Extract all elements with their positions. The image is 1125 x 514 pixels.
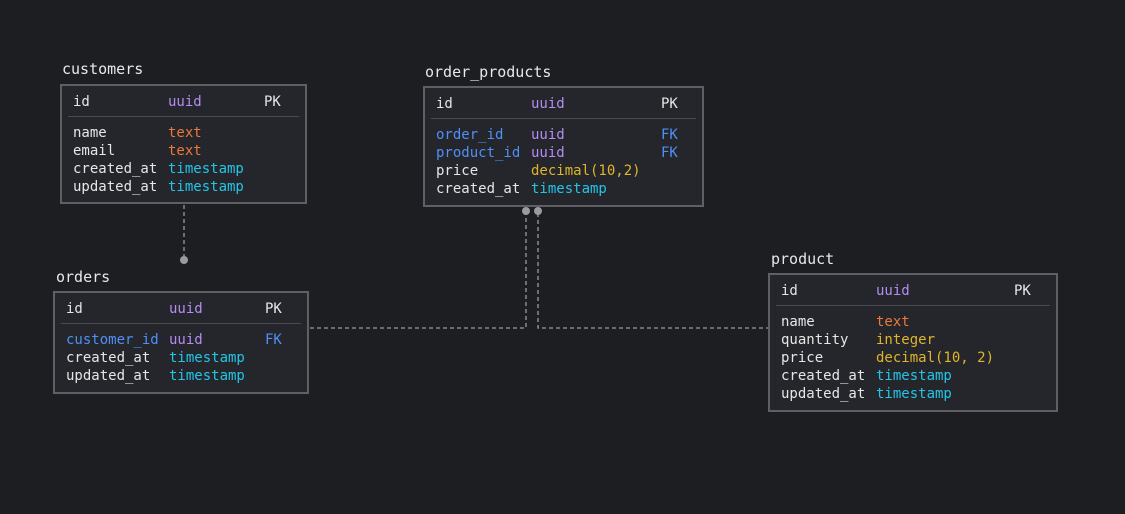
product-order-products-connector bbox=[537, 213, 768, 329]
connector-endpoint-dot bbox=[522, 207, 530, 215]
orders-order-products-connector bbox=[310, 213, 527, 329]
relationship-connectors bbox=[180, 205, 768, 329]
connector-endpoint-dot bbox=[180, 256, 188, 264]
connector-endpoint-dot bbox=[534, 207, 542, 215]
er-diagram: customers id uuid PK name text email tex… bbox=[0, 0, 1125, 514]
